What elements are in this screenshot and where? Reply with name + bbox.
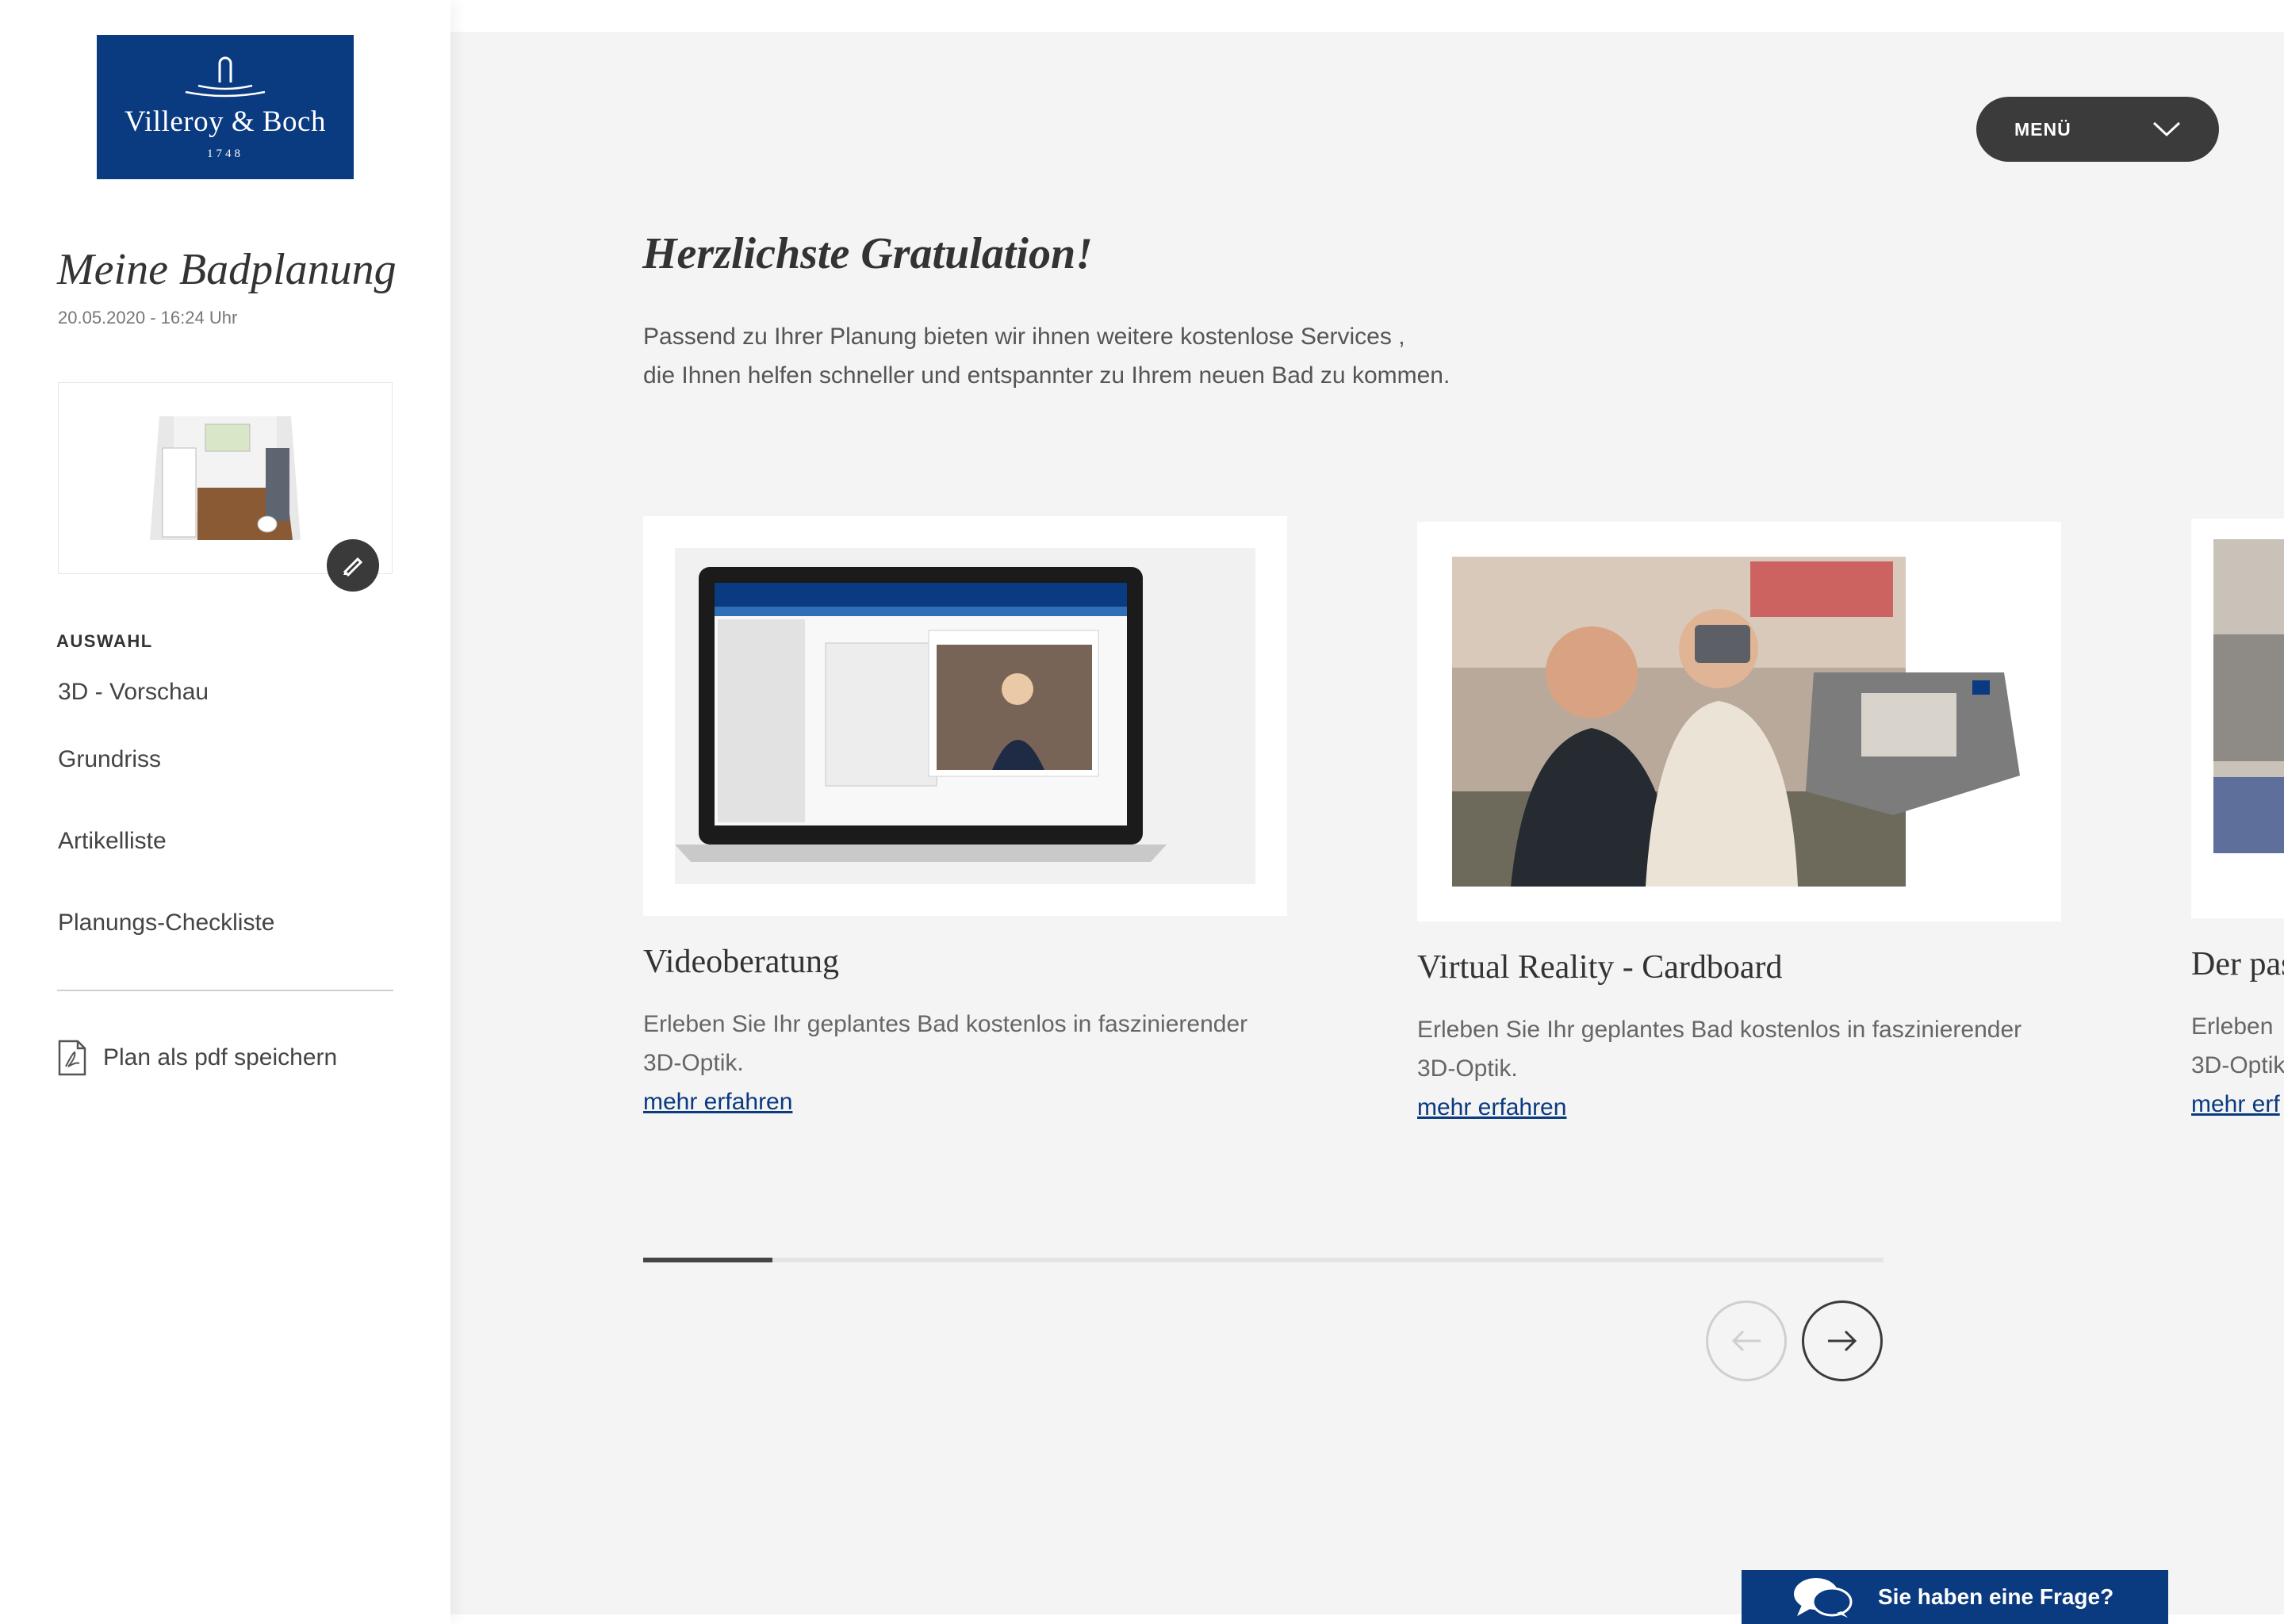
intro-text: Passend zu Ihrer Planung bieten wir ihne… [643, 317, 1595, 395]
sidebar-item-grundriss[interactable]: Grundriss [58, 746, 161, 773]
pencil-icon [343, 557, 363, 577]
sidebar-item-3d-vorschau[interactable]: 3D - Vorschau [58, 679, 209, 706]
bathroom-3d-preview-image [150, 416, 301, 540]
service-card-partial: Der pas Erleben 3D-Optik mehr erf [2191, 519, 2284, 1118]
laptop-video-consultation-image [675, 548, 1255, 884]
card-more-link[interactable]: mehr erfahren [643, 1089, 792, 1116]
arrow-left-icon [1731, 1330, 1761, 1352]
service-card-videoberatung: Videoberatung Erleben Sie Ihr geplantes … [643, 516, 1287, 1116]
sidebar-divider [57, 990, 393, 991]
sidebar-item-artikelliste[interactable]: Artikelliste [58, 828, 167, 855]
card-image-frame [643, 516, 1287, 916]
villeroy-boch-logo[interactable]: Villeroy & Boch 1748 [97, 35, 354, 179]
intro-line-1: Passend zu Ihrer Planung bieten wir ihne… [643, 324, 1405, 350]
main-content: MENÜ Herzlichste Gratulation! Passend zu… [450, 32, 2284, 1614]
page-headline: Herzlichste Gratulation! [642, 229, 1093, 278]
chevron-down-icon [2152, 121, 2181, 137]
logo-year-text: 1748 [207, 147, 243, 160]
card-image-frame [2191, 519, 2284, 918]
plan-date: 20.05.2020 - 16:24 Uhr [58, 308, 238, 327]
arrow-right-icon [1828, 1330, 1857, 1352]
card-description: Erleben Sie Ihr geplantes Bad kostenlos … [643, 1011, 1248, 1076]
chat-bubbles-icon [1794, 1578, 1853, 1618]
card-more-link[interactable]: mehr erf [2191, 1091, 2280, 1118]
card-image-frame [1417, 522, 2061, 921]
carousel-progress-fill [643, 1258, 772, 1262]
card-title: Der pas [2191, 946, 2284, 982]
sidebar: Villeroy & Boch 1748 Meine Badplanung 20… [0, 0, 450, 1624]
card-image-partial [2213, 539, 2284, 853]
card-title: Videoberatung [643, 944, 840, 980]
fountain-logo-icon [185, 56, 266, 98]
sidebar-item-planungs-checkliste[interactable]: Planungs-Checkliste [58, 910, 274, 936]
carousel-prev-button[interactable] [1706, 1300, 1787, 1381]
service-card-virtual-reality: Virtual Reality - Cardboard Erleben Sie … [1417, 522, 2061, 1121]
edit-plan-button[interactable] [327, 539, 379, 592]
intro-line-2: die Ihnen helfen schneller und entspannt… [643, 362, 1450, 389]
card-description: Erleben 3D-Optik [2191, 1013, 2284, 1078]
section-label-auswahl: AUSWAHL [56, 631, 153, 651]
save-pdf-label: Plan als pdf speichern [103, 1044, 338, 1071]
chat-question-button[interactable]: Sie haben eine Frage? [1742, 1570, 2168, 1624]
chat-label: Sie haben eine Frage? [1878, 1584, 2114, 1609]
pdf-file-icon [58, 1040, 86, 1076]
save-pdf-button[interactable]: Plan als pdf speichern [57, 1039, 337, 1077]
logo-brand-text: Villeroy & Boch [125, 105, 326, 138]
menu-label: MENÜ [2014, 118, 2071, 140]
carousel-progress-track [643, 1258, 1884, 1262]
card-description: Erleben Sie Ihr geplantes Bad kostenlos … [1417, 1017, 2022, 1082]
card-more-link[interactable]: mehr erfahren [1417, 1094, 1566, 1121]
carousel-next-button[interactable] [1802, 1300, 1883, 1381]
card-title: Virtual Reality - Cardboard [1417, 949, 1783, 986]
menu-button[interactable]: MENÜ [1976, 97, 2219, 162]
plan-title: Meine Badplanung [57, 245, 397, 294]
vr-cardboard-couple-image [1452, 557, 2020, 887]
